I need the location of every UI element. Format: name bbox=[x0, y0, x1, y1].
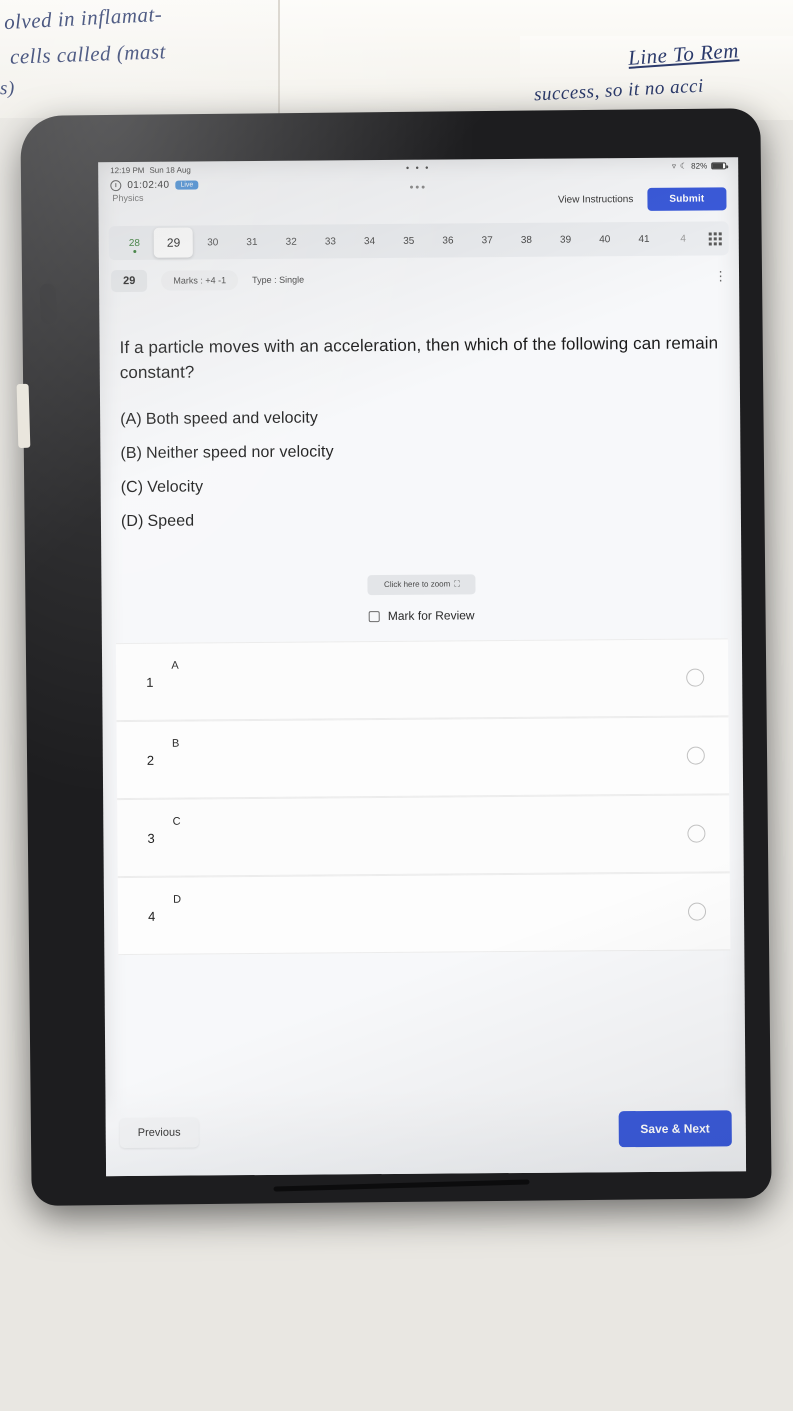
timer-value: 01:02:40 bbox=[127, 179, 170, 192]
option-c-text: Velocity bbox=[147, 478, 204, 497]
option-a-label: (A) bbox=[120, 411, 142, 429]
answer-row-3-radio[interactable] bbox=[687, 824, 706, 843]
question-number-34[interactable]: 34 bbox=[350, 229, 389, 252]
answer-row-1-index: 1 bbox=[146, 674, 154, 690]
option-d: (D) Speed bbox=[121, 509, 721, 532]
option-b-text: Neither speed nor velocity bbox=[145, 443, 334, 463]
question-text: If a particle moves with an acceleration… bbox=[119, 333, 719, 382]
question-number-37[interactable]: 37 bbox=[467, 229, 506, 252]
answer-row-3-index: 3 bbox=[147, 830, 155, 846]
option-b: (B) Neither speed nor velocity bbox=[120, 441, 720, 464]
expand-icon: ⛶ bbox=[454, 579, 459, 589]
moon-icon: ☾ bbox=[679, 161, 688, 171]
question-number-30[interactable]: 30 bbox=[193, 231, 232, 254]
marks-pill: Marks : +4 -1 bbox=[161, 270, 239, 291]
more-vertical-icon[interactable]: ⋮ bbox=[714, 268, 727, 283]
question-number-39[interactable]: 39 bbox=[546, 228, 585, 251]
handwriting-line-3: s) bbox=[0, 77, 16, 100]
question-type-label: Type : Single bbox=[252, 274, 305, 286]
answer-row-3[interactable]: 3 C bbox=[117, 794, 730, 878]
grid-icon[interactable] bbox=[707, 231, 723, 245]
live-badge: Live bbox=[175, 180, 199, 190]
option-c-label: (C) bbox=[120, 479, 144, 497]
question-number-40[interactable]: 40 bbox=[585, 228, 624, 251]
tablet-device: 12:19 PM Sun 18 Aug • • • ▿ ☾ 82% 01:02:… bbox=[16, 108, 772, 1206]
option-list: (A) Both speed and velocity (B) Neither sp… bbox=[120, 407, 721, 532]
status-bar-right: ▿ ☾ 82% bbox=[671, 160, 727, 171]
status-time: 12:19 PM bbox=[110, 165, 145, 175]
question-number-strip[interactable]: 28 29 30 31 32 33 34 35 36 37 38 39 40 4… bbox=[108, 221, 729, 261]
status-center-dots: • • • bbox=[405, 162, 431, 173]
timer-row: 01:02:40 Live bbox=[110, 179, 199, 192]
answer-options-list: 1 A 2 B 3 C 4 D bbox=[115, 638, 731, 956]
timer-block: 01:02:40 Live Physics bbox=[110, 179, 199, 204]
header-handle-dots: ••• bbox=[409, 181, 428, 194]
option-d-text: Speed bbox=[147, 512, 195, 531]
answer-row-4-radio[interactable] bbox=[687, 902, 707, 921]
test-header: 01:02:40 Live Physics ••• View Instructi… bbox=[98, 173, 738, 224]
tablet-screen: 12:19 PM Sun 18 Aug • • • ▿ ☾ 82% 01:02:… bbox=[98, 157, 747, 1177]
answer-row-2-index: 2 bbox=[146, 752, 155, 768]
answer-row-1-letter: A bbox=[171, 659, 179, 672]
wifi-icon: ▿ bbox=[671, 161, 677, 171]
answer-row-4-index: 4 bbox=[147, 908, 156, 924]
battery-percent: 82% bbox=[691, 160, 708, 171]
option-c: (C) Velocity bbox=[121, 475, 721, 498]
question-number-41[interactable]: 41 bbox=[624, 227, 663, 250]
photograph-background: olved in inflamat- cells called (mast s)… bbox=[0, 0, 793, 1411]
question-number-42[interactable]: 4 bbox=[664, 227, 703, 250]
mark-for-review-label: Mark for Review bbox=[387, 608, 475, 624]
navigation-footer: Previous Save & Next bbox=[105, 1085, 747, 1177]
device-camera bbox=[39, 283, 58, 324]
option-a-text: Both speed and velocity bbox=[145, 409, 319, 429]
subject-label: Physics bbox=[112, 192, 144, 204]
option-a: (A) Both speed and velocity bbox=[120, 407, 720, 430]
question-number-28[interactable]: 28 bbox=[115, 231, 154, 254]
clock-icon bbox=[110, 180, 122, 192]
answer-row-4[interactable]: 4 D bbox=[117, 872, 731, 956]
answer-row-2-letter: B bbox=[171, 737, 180, 750]
option-d-label: (D) bbox=[120, 513, 144, 531]
mark-for-review-checkbox[interactable] bbox=[368, 610, 380, 622]
view-instructions-button[interactable]: View Instructions bbox=[558, 194, 633, 206]
save-and-next-button[interactable]: Save & Next bbox=[618, 1110, 732, 1148]
question-number-32[interactable]: 32 bbox=[271, 230, 310, 253]
option-b-label: (B) bbox=[120, 445, 143, 463]
zoom-button-label: Click here to zoom bbox=[383, 579, 451, 590]
question-number-33[interactable]: 33 bbox=[311, 230, 350, 253]
question-body: If a particle moves with an acceleration… bbox=[99, 287, 742, 625]
question-number-38[interactable]: 38 bbox=[507, 228, 546, 251]
answer-row-3-letter: C bbox=[172, 815, 181, 828]
battery-icon bbox=[711, 161, 727, 169]
zoom-button[interactable]: Click here to zoom ⛶ bbox=[367, 574, 476, 596]
current-question-badge: 29 bbox=[110, 269, 148, 293]
answer-row-1[interactable]: 1 A bbox=[115, 638, 729, 722]
previous-button[interactable]: Previous bbox=[119, 1117, 199, 1149]
mark-for-review-row[interactable]: Mark for Review bbox=[122, 607, 722, 626]
answer-row-2[interactable]: 2 B bbox=[116, 716, 730, 800]
submit-button[interactable]: Submit bbox=[647, 187, 727, 211]
answer-row-1-radio[interactable] bbox=[686, 668, 705, 687]
question-number-31[interactable]: 31 bbox=[232, 230, 271, 253]
background-paper-sliver bbox=[16, 383, 31, 449]
answer-row-2-radio[interactable] bbox=[686, 746, 705, 765]
header-actions: View Instructions Submit bbox=[558, 175, 727, 211]
question-number-29[interactable]: 29 bbox=[153, 227, 194, 258]
answer-row-4-letter: D bbox=[173, 893, 182, 906]
question-number-36[interactable]: 36 bbox=[428, 229, 467, 252]
status-bar-left: 12:19 PM Sun 18 Aug bbox=[110, 165, 191, 175]
question-number-35[interactable]: 35 bbox=[389, 229, 428, 252]
status-date: Sun 18 Aug bbox=[149, 165, 191, 175]
